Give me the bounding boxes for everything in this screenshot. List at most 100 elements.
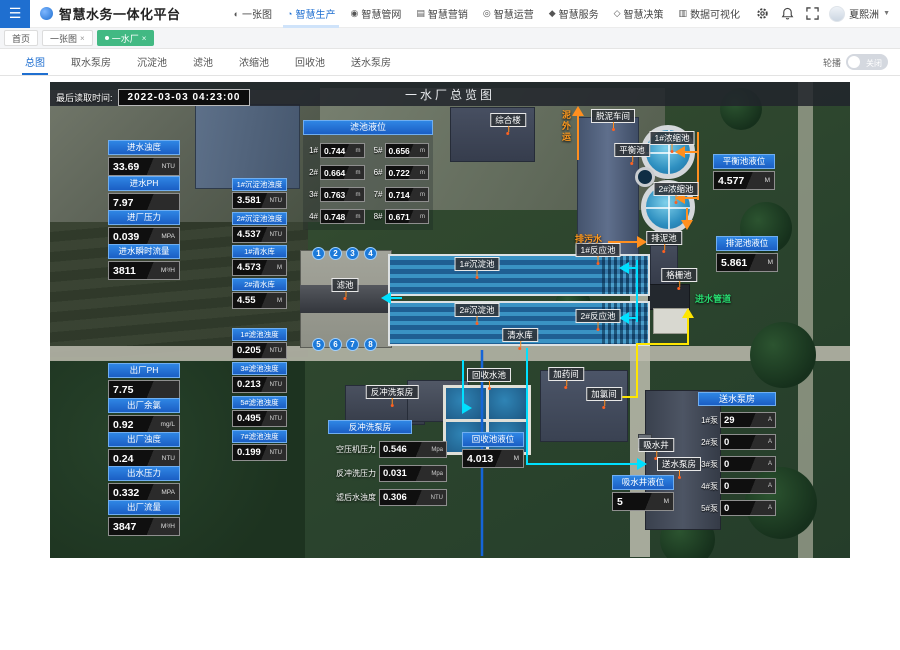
app-header: ☰ 智慧水务一体化平台 ◐一张图 ◔智慧生产 ◉智慧管网 ▤智慧营销 ◎智慧运营… [0,0,900,28]
stat-value-box: 3811M³/H [108,261,180,280]
cell-box: 0.744m [320,143,365,158]
tab-home[interactable]: 首页 [4,30,38,46]
stat-value: 0.213 [237,379,261,390]
panel-sludge-level: 排泥池液位 5.861M [716,236,778,272]
pump-unit: A [768,439,772,445]
subtab-overview[interactable]: 总图 [12,48,58,75]
stat-label: 7#滤池浊度 [232,430,287,443]
subtab-recycle[interactable]: 回收池 [282,48,338,75]
stat-label: 出厂流量 [108,500,180,515]
user-menu[interactable]: 夏熙洲 ▼ [829,6,890,22]
panel-title: 平衡池液位 [713,154,775,169]
filter-level-cell: 8#0.671m [372,209,430,224]
row-unit: Mpa [431,447,443,453]
cell-value: 0.664 [324,168,345,178]
cell-unit: m [356,170,361,176]
filter-cell-badge-1: 1 [312,247,325,260]
subtab-sedimentation[interactable]: 沉淀池 [124,48,180,75]
nav-item-smart-marketing[interactable]: ▤智慧营销 [416,0,468,28]
stat-label: 进水PH [108,176,180,191]
tab-one-map[interactable]: 一张图× [42,30,93,46]
pump-value: 29 [724,415,735,426]
filter-level-cell: 4#0.748m [307,209,365,224]
nav-item-smart-decision[interactable]: ◇智慧决策 [614,0,664,28]
row-label: 反冲洗压力 [328,468,376,479]
stat-clearwell1-level: 1#清水库 4.573M [232,245,287,276]
label-suction-well: 吸水井 [638,438,674,452]
stat-value: 33.69 [113,161,139,173]
stat-unit: NTU [270,382,282,388]
label-clear-water-reservoir: 清水库 [502,328,538,342]
cell-unit: m [356,192,361,198]
stat-inflow-ph: 进水PH 7.97 [108,176,180,212]
smart-pipeline-icon: ◉ [350,8,358,19]
subtab-delivery-pump-house[interactable]: 送水泵房 [338,48,404,75]
pump-row: 5#泵0A [698,500,776,516]
last-read-value: 2022-03-03 04:23:00 [118,89,251,106]
flow-text-inlet: 进水管道 [695,292,731,305]
stat-label: 出厂PH [108,363,180,378]
subtab-filter[interactable]: 滤池 [180,48,226,75]
stat-unit: NTU [270,416,282,422]
filter-cell-badge-2: 2 [329,247,342,260]
flow-text-mud-out: 泥外运 [560,110,573,143]
stat-label: 3#滤池浊度 [232,362,287,375]
nav-item-smart-production[interactable]: ◔智慧生产 [287,0,335,28]
pump-box: 0A [720,434,776,450]
cell-value: 0.744 [324,146,345,156]
panel-recycle-level: 回收池液位 4.013M [462,432,524,468]
panel-title: 回收池液位 [462,432,524,447]
stat-outflow-chlorine: 出厂余氯 0.92mg/L [108,398,180,434]
nav-label: 数据可视化 [690,6,740,21]
filter-level-cell: 3#0.763m [307,187,365,202]
cell-box: 0.664 m [320,165,365,180]
stat-value: 0.199 [237,447,261,458]
settings-gear-icon[interactable] [755,7,769,21]
close-icon[interactable]: × [80,34,85,43]
panel-value-box: 4.577M [713,171,775,190]
nav-item-smart-service[interactable]: ◆智慧服务 [549,0,599,28]
cell-unit: m [420,192,425,198]
nav-label: 智慧营销 [428,6,468,21]
filter-level-title: 滤池液位 [303,120,433,135]
stat-value-box: 33.69NTU [108,157,180,176]
hamburger-menu-icon[interactable]: ☰ [0,0,30,28]
filter-cell-badge-3: 3 [346,247,359,260]
notification-bell-icon[interactable] [780,7,794,21]
tab-label: 首页 [12,32,30,45]
stat-unit: NTU [270,450,282,456]
nav-item-data-visualization[interactable]: ▥数据可视化 [679,0,741,28]
user-avatar [829,6,845,22]
tab-plant-one[interactable]: 一水厂× [97,30,155,46]
subtab-intake-pump-house[interactable]: 取水泵房 [58,48,124,75]
label-filter-house: 滤池 [331,278,358,292]
nav-item-one-map[interactable]: ◐一张图 [234,0,272,28]
last-read-label: 最后读取时间: [56,91,113,104]
row-unit: Mpa [431,471,443,477]
filter-level-panel: 滤池液位 1#0.744m 5#0.656m 2#0.664m 6#0.722m… [303,120,433,230]
label-recycle-pool: 回收水池 [467,368,511,382]
stat-outflow-pressure: 出水压力 0.332MPA [108,466,180,502]
app-title: 智慧水务一体化平台 [59,4,181,23]
label-backwash-pump-house: 反冲洗泵房 [366,385,419,399]
backwash-row: 空压机压力0.546Mpa [328,441,450,458]
cell-value: 0.748 [324,212,345,222]
stat-inflow-turbidity: 进水浊度 33.69NTU [108,140,180,176]
panel-unit: M [664,498,669,505]
filter-cell-badge-7: 7 [346,338,359,351]
nav-item-smart-pipeline[interactable]: ◉智慧管网 [350,0,401,28]
stat-label: 5#滤池浊度 [232,396,287,409]
nav-item-smart-operation[interactable]: ◎智慧运营 [483,0,534,28]
filter-level-cell: 1#0.744m [307,143,365,158]
fullscreen-icon[interactable] [805,7,819,21]
close-icon[interactable]: × [142,34,147,43]
pump-value: 0 [724,437,729,448]
carousel-toggle[interactable]: 关闭 [846,54,888,70]
cell-value: 0.763 [324,190,345,200]
label-chlorination-room: 加氯间 [586,387,622,401]
cell-no: 7# [372,190,383,199]
stat-value: 0.039 [113,231,139,243]
flow-text-sewage: 排污水 [575,232,602,245]
subtab-thickener[interactable]: 浓缩池 [226,48,282,75]
label-dosing-room: 加药间 [548,367,584,381]
